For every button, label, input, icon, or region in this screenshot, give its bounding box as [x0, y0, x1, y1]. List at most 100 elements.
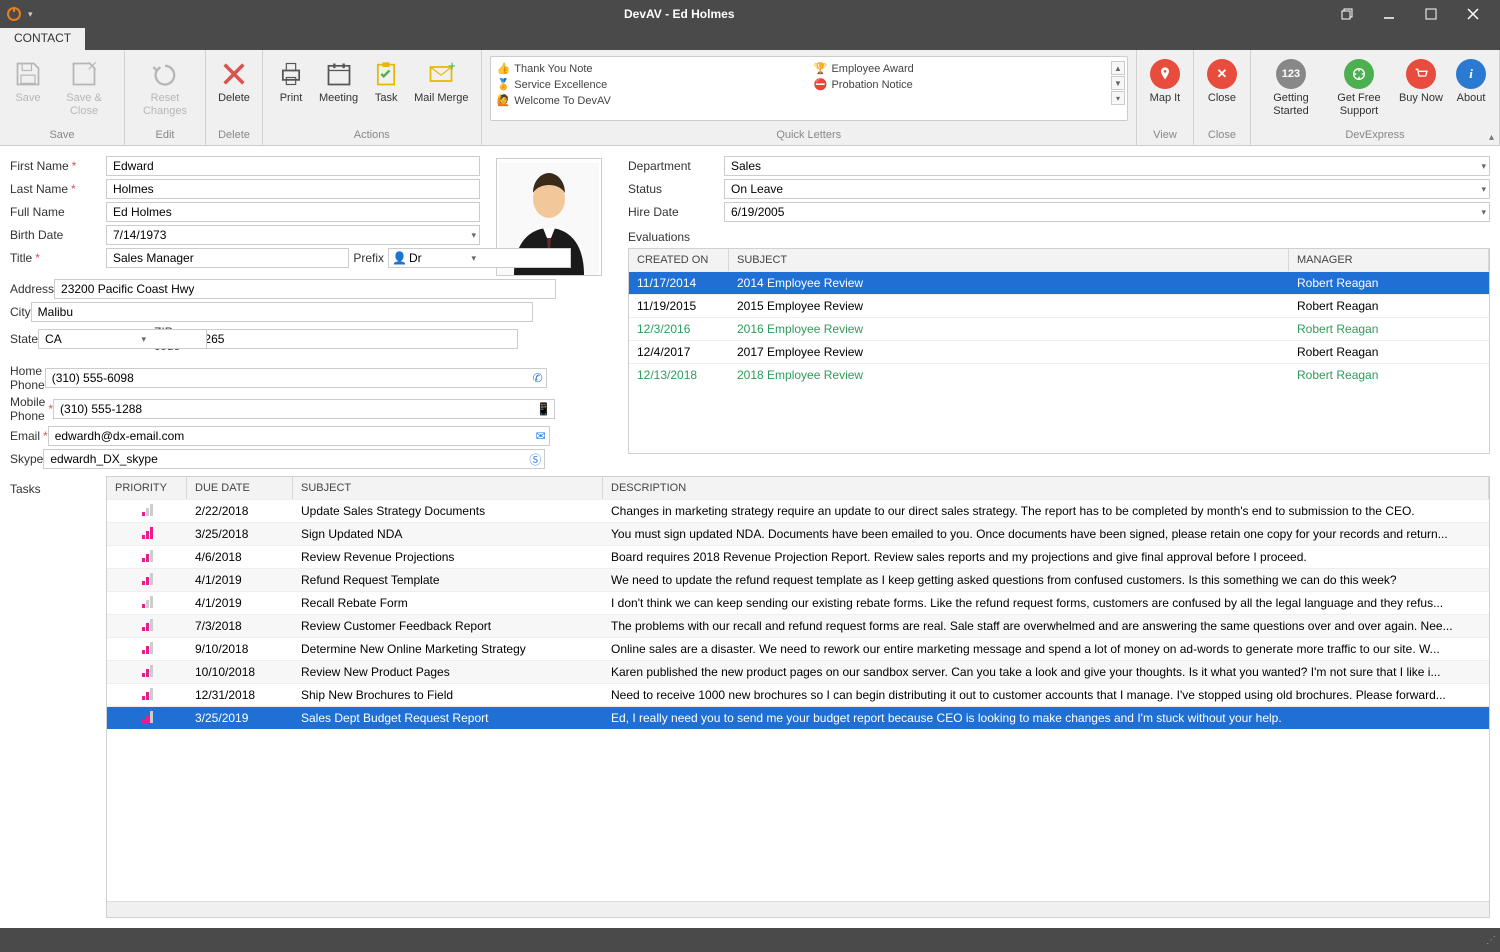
save-button[interactable]: Save — [6, 54, 50, 107]
task-col-desc[interactable]: DESCRIPTION — [603, 477, 1489, 499]
close-button[interactable]: ✕ Close — [1200, 54, 1244, 107]
quick-letter-item[interactable]: 🏆Employee Award — [814, 61, 1121, 76]
get-support-button[interactable]: Get Free Support — [1325, 54, 1393, 119]
skype-input[interactable] — [43, 449, 545, 469]
task-row[interactable]: 9/10/2018Determine New Online Marketing … — [107, 637, 1489, 660]
task-col-priority[interactable]: PRIORITY — [107, 477, 187, 499]
ribbon-group-edit: Reset Changes Edit — [125, 50, 206, 145]
ribbon-collapse-button[interactable]: ▴ — [1489, 132, 1494, 143]
priority-icon — [142, 642, 153, 654]
skype-icon: Ⓢ — [529, 451, 541, 468]
task-row[interactable]: 7/3/2018Review Customer Feedback ReportT… — [107, 614, 1489, 637]
getting-started-button[interactable]: 123 Getting Started — [1257, 54, 1325, 119]
window-maximize-button[interactable] — [1410, 1, 1452, 27]
save-close-icon — [68, 58, 100, 90]
quick-letter-item[interactable]: 🏅Service Excellence — [497, 77, 804, 92]
tab-contact[interactable]: CONTACT — [0, 28, 85, 50]
title-input[interactable] — [106, 248, 349, 268]
email-input[interactable] — [48, 426, 550, 446]
eval-col-manager[interactable]: MANAGER — [1289, 249, 1489, 271]
prefix-label: Prefix — [349, 251, 388, 265]
evaluation-row[interactable]: 11/19/20152015 Employee ReviewRobert Rea… — [629, 294, 1489, 317]
letter-icon: 👍 — [497, 62, 511, 75]
task-row[interactable]: 2/22/2018Update Sales Strategy Documents… — [107, 499, 1489, 522]
quick-letter-item[interactable]: ⛔Probation Notice — [814, 77, 1121, 92]
tasks-label: Tasks — [10, 476, 106, 918]
save-icon — [12, 58, 44, 90]
task-button[interactable]: Task — [364, 54, 408, 107]
window-restore-down-alt-icon[interactable] — [1326, 1, 1368, 27]
support-icon — [1343, 58, 1375, 90]
birth-date-input[interactable] — [106, 225, 480, 245]
quick-letter-item[interactable]: 👍Thank You Note — [497, 61, 804, 76]
task-row[interactable]: 4/6/2018Review Revenue ProjectionsBoard … — [107, 545, 1489, 568]
clipboard-check-icon — [370, 58, 402, 90]
task-row[interactable]: 4/1/2019Refund Request TemplateWe need t… — [107, 568, 1489, 591]
task-row[interactable]: 3/25/2019Sales Dept Budget Request Repor… — [107, 706, 1489, 729]
priority-icon — [142, 550, 153, 562]
app-icon — [6, 6, 22, 22]
address-input[interactable] — [54, 279, 556, 299]
evaluations-grid[interactable]: CREATED ON SUBJECT MANAGER 11/17/2014201… — [628, 248, 1490, 454]
map-it-button[interactable]: Map It — [1143, 54, 1187, 107]
mobile-phone-input[interactable] — [53, 399, 555, 419]
hire-date-input[interactable] — [724, 202, 1490, 222]
task-row[interactable]: 4/1/2019Recall Rebate FormI don't think … — [107, 591, 1489, 614]
eval-col-created[interactable]: CREATED ON — [629, 249, 729, 271]
phone-icon: ✆ — [533, 371, 543, 385]
prefix-select[interactable] — [388, 248, 571, 268]
state-select[interactable] — [38, 329, 207, 349]
task-row[interactable]: 3/25/2018Sign Updated NDAYou must sign u… — [107, 522, 1489, 545]
ribbon-group-actions: Print Meeting Task + Mail Merge Actions — [263, 50, 482, 145]
evaluation-row[interactable]: 12/3/20162016 Employee ReviewRobert Reag… — [629, 317, 1489, 340]
window-close-button[interactable] — [1452, 1, 1494, 27]
department-select[interactable] — [724, 156, 1490, 176]
gallery-down-button[interactable]: ▼ — [1111, 76, 1125, 90]
mail-merge-button[interactable]: + Mail Merge — [408, 54, 474, 107]
contact-form-right: Department▾ Status▾ Hire Date▾ Evaluatio… — [618, 156, 1490, 472]
status-select[interactable] — [724, 179, 1490, 199]
city-label: City — [10, 305, 31, 319]
window-minimize-button[interactable] — [1368, 1, 1410, 27]
save-close-button[interactable]: Save & Close — [50, 54, 118, 119]
mobile-phone-label: Mobile Phone* — [10, 395, 53, 423]
email-icon: ✉ — [536, 429, 546, 443]
info-icon: i — [1455, 58, 1487, 90]
tasks-grid[interactable]: PRIORITY DUE DATE SUBJECT DESCRIPTION 2/… — [106, 476, 1490, 918]
task-row[interactable]: 10/10/2018Review New Product PagesKaren … — [107, 660, 1489, 683]
city-input[interactable] — [31, 302, 533, 322]
quick-letters-gallery: 👍Thank You Note 🏆Employee Award 🏅Service E… — [490, 56, 1128, 121]
meeting-button[interactable]: Meeting — [313, 54, 364, 107]
last-name-input[interactable] — [106, 179, 480, 199]
first-name-input[interactable] — [106, 156, 480, 176]
gallery-expand-button[interactable]: ▾ — [1111, 91, 1125, 105]
task-row[interactable]: 12/31/2018Ship New Brochures to FieldNee… — [107, 683, 1489, 706]
full-name-input[interactable] — [106, 202, 480, 222]
map-pin-icon — [1149, 58, 1181, 90]
gallery-up-button[interactable]: ▲ — [1111, 61, 1125, 75]
eval-col-subject[interactable]: SUBJECT — [729, 249, 1289, 271]
close-circle-icon: ✕ — [1206, 58, 1238, 90]
title-bar: ▾ DevAV - Ed Holmes — [0, 0, 1500, 28]
zip-input[interactable] — [184, 329, 518, 349]
ribbon-group-view: Map It View — [1137, 50, 1194, 145]
print-button[interactable]: Print — [269, 54, 313, 107]
task-col-due[interactable]: DUE DATE — [187, 477, 293, 499]
task-col-subject[interactable]: SUBJECT — [293, 477, 603, 499]
home-phone-input[interactable] — [45, 368, 547, 388]
evaluation-row[interactable]: 12/13/20182018 Employee ReviewRobert Rea… — [629, 363, 1489, 386]
about-button[interactable]: i About — [1449, 54, 1493, 107]
evaluation-row[interactable]: 12/4/20172017 Employee ReviewRobert Reag… — [629, 340, 1489, 363]
reset-changes-button[interactable]: Reset Changes — [131, 54, 199, 119]
letter-icon: ⛔ — [814, 78, 828, 91]
person-icon: 👤 — [392, 251, 407, 265]
buy-now-button[interactable]: Buy Now — [1393, 54, 1449, 107]
resize-grip[interactable]: ⋰ — [1486, 935, 1494, 946]
quick-letter-item[interactable]: 🙋Welcome To DevAV — [497, 93, 804, 108]
evaluation-row[interactable]: 11/17/20142014 Employee ReviewRobert Rea… — [629, 271, 1489, 294]
status-bar: ⋰ — [0, 928, 1500, 952]
delete-button[interactable]: Delete — [212, 54, 256, 107]
letter-icon: 🙋 — [497, 94, 511, 107]
getting-started-icon: 123 — [1275, 58, 1307, 90]
hire-date-label: Hire Date — [628, 205, 724, 219]
